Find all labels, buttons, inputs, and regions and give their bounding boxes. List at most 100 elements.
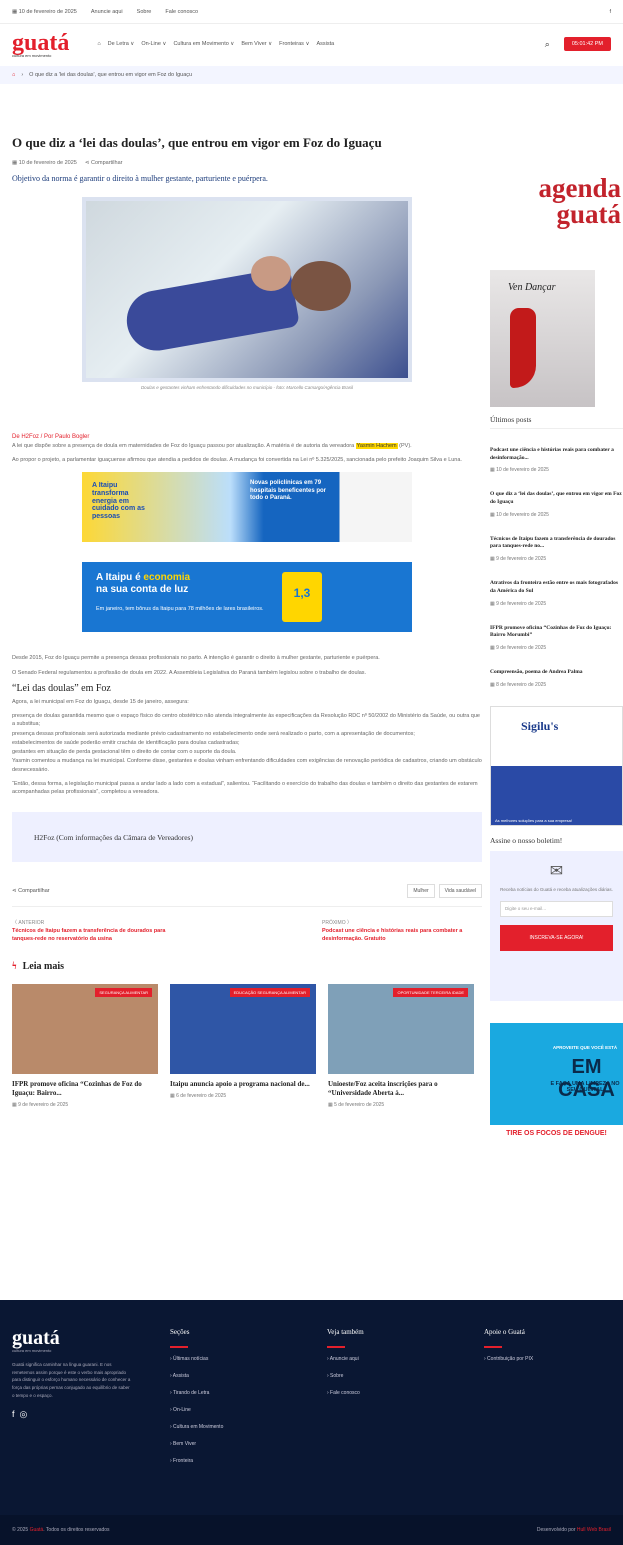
footer-bottom: © 2025 Guatá. Todos os direitos reservad… <box>0 1515 623 1545</box>
footer-link[interactable]: › Bem Viver <box>170 1441 223 1447</box>
prev-title: Técnicos de Itaipu fazem a transferência… <box>12 928 166 942</box>
date-text: 9 de fevereiro de 2025 <box>496 600 547 607</box>
card-date: ▦ 9 de fevereiro de 2025 <box>12 1102 69 1109</box>
sigilus-logo: Sigilu's <box>521 718 559 733</box>
newsletter-text: Receba notícias do Guatá e receba atuali… <box>500 886 613 892</box>
next-post[interactable]: PRÓXIMO 〉 Podcast une ciência e história… <box>322 919 482 943</box>
facebook-icon[interactable]: f <box>12 1409 15 1419</box>
nav-item-assista[interactable]: Assista <box>316 41 334 47</box>
home-icon[interactable]: ⌂ <box>97 41 100 47</box>
footer-logo[interactable]: guatá <box>12 1328 132 1348</box>
leia-mais-heading: ϟ Leia mais <box>12 961 482 972</box>
sidebar-post[interactable]: IFPR promove oficina “Cozinhas de Foz do… <box>490 625 623 651</box>
paragraph-4: O Senado Federal regulamentou a profissã… <box>12 669 367 676</box>
card-date: ▦ 6 de fevereiro de 2025 <box>170 1093 227 1100</box>
post-title: Compreensão, poema de Andrea Palma <box>490 668 583 675</box>
list-item: gestantes em situação de perda gestacion… <box>12 749 237 756</box>
home-icon[interactable]: ⌂ <box>12 72 15 78</box>
sidebar-post[interactable]: Podcast une ciência e histórias reais pa… <box>490 447 623 473</box>
email-field[interactable]: Digite o seu e-mail... <box>500 900 613 917</box>
date-text: 9 de fevereiro de 2025 <box>18 1102 69 1109</box>
card-date: ▦ 5 de fevereiro de 2025 <box>328 1102 385 1109</box>
prev-label: 〈 ANTERIOR <box>12 920 45 927</box>
sigilus-ad[interactable]: Sigilu's As melhores soluções para a sua… <box>490 705 623 826</box>
site-logo[interactable]: guatá cultura em movimento <box>12 31 69 58</box>
breadcrumb: ⌂ › O que diz a 'lei das doulas', que en… <box>0 66 623 84</box>
dengue-text: APROVEITE QUE VOCÊ ESTÁ <box>552 1044 618 1050</box>
highlight-name[interactable]: Yasmin Hachem <box>355 442 398 449</box>
footer-divider <box>484 1346 502 1348</box>
copyright-link[interactable]: Guatá <box>30 1527 44 1533</box>
event-poster[interactable]: Ven Dançar <box>490 270 595 407</box>
share-button[interactable]: ⋖ Compartilhar <box>12 888 50 894</box>
post-title: Técnicos de Itaipu fazem a transferência… <box>490 535 616 550</box>
photo-shape <box>291 260 351 311</box>
post-date: ▦ 10 de fevereiro de 2025 <box>490 511 549 518</box>
itaipu-banner-economia[interactable]: A Itaipu é economia na sua conta de luz E… <box>82 562 412 633</box>
footer-link[interactable]: › Sobre <box>327 1373 364 1379</box>
date-text: 10 de fevereiro de 2025 <box>18 8 77 15</box>
page-title: O que diz a ‘lei das doulas’, que entrou… <box>12 135 382 150</box>
post-date: ▦ 9 de fevereiro de 2025 <box>490 600 547 607</box>
agenda-guata-banner[interactable]: agenda guatá <box>490 140 623 240</box>
date-text: 6 de fevereiro de 2025 <box>176 1093 227 1100</box>
nav-item-fronteiras[interactable]: Fronteiras ∨ <box>279 41 309 47</box>
dengue-ad[interactable]: APROVEITE QUE VOCÊ ESTÁ EM CASA E FAÇA U… <box>490 1022 623 1143</box>
search-icon[interactable]: ⌕ <box>545 39 550 50</box>
post-title: Atrativos da fronteira estão entre os ma… <box>490 580 618 594</box>
instagram-icon[interactable]: ◎ <box>20 1409 28 1419</box>
top-date: ▦ 10 de fevereiro de 2025 <box>12 8 77 15</box>
footer-link[interactable]: › Cultura em Movimento <box>170 1424 223 1430</box>
agenda-text: guatá <box>556 198 621 229</box>
related-card[interactable]: OPORTUNIDADE TERCEIRA IDADE Unioeste/Foz… <box>328 984 474 1108</box>
subscribe-button[interactable]: INSCREVA-SE AGORA! <box>500 924 613 951</box>
footer-link[interactable]: › Tirando de Letra <box>170 1390 223 1396</box>
list-item: estabelecimentos de saúde poderão emitir… <box>12 739 240 746</box>
footer-link[interactable]: › Contribuição por PIX <box>484 1356 533 1362</box>
prev-post[interactable]: 〈 ANTERIOR Técnicos de Itaipu fazem a tr… <box>12 919 172 943</box>
nav-item-bem-viver[interactable]: Bem Viver ∨ <box>241 41 272 47</box>
footer-link[interactable]: › Fronteira <box>170 1458 223 1464</box>
sidebar-post[interactable]: O que diz a ‘lei das doulas’, que entrou… <box>490 491 623 517</box>
article-author[interactable]: De H2Foz / Por Paulo Bogler <box>12 434 482 440</box>
related-card[interactable]: EDUCAÇÃO SEGURANÇA ALIMENTAR Itaipu anun… <box>170 984 316 1108</box>
tag-mulher[interactable]: Mulher <box>407 884 435 899</box>
card-image: OPORTUNIDADE TERCEIRA IDADE <box>328 984 474 1075</box>
sidebar-post[interactable]: Compreensão, poema de Andrea Palma ▦ 8 de… <box>490 669 623 688</box>
top-link-sobre[interactable]: Sobre <box>137 9 152 15</box>
credit-link[interactable]: Hull Web Brasil <box>577 1527 611 1533</box>
top-link-anuncie[interactable]: Anuncie aqui <box>91 9 123 15</box>
footer-link[interactable]: › Assista <box>170 1373 223 1379</box>
top-link-fale[interactable]: Fale conosco <box>165 9 198 15</box>
facebook-icon[interactable]: f <box>609 9 611 15</box>
footer-tagline: cultura em movimento <box>12 1348 52 1353</box>
footer-link[interactable]: › Últimas notícias <box>170 1356 223 1362</box>
developer-credit: Desenvolvido por Hull Web Brasil <box>537 1527 611 1533</box>
copyright-text: . Todos os direitos reservados <box>43 1527 110 1533</box>
share-label: Compartilhar <box>18 888 50 895</box>
nav-item-cultura[interactable]: Cultura em Movimento ∨ <box>173 41 234 47</box>
paragraph-5: Agora, a lei municipal em Foz do Iguaçu,… <box>12 698 189 705</box>
tag-vida-saudavel[interactable]: Vida saudável <box>438 884 482 899</box>
footer-heading: Veja também <box>327 1328 364 1336</box>
next-title: Podcast une ciência e histórias reais pa… <box>322 928 463 942</box>
card-image: SEGURANÇA ALIMENTAR <box>12 984 158 1075</box>
share-link[interactable]: ⋖ Compartilhar <box>85 160 123 166</box>
footer-link[interactable]: › Fale conosco <box>327 1390 364 1396</box>
article-meta: ▦ 10 de fevereiro de 2025 ⋖ Compartilhar <box>12 160 482 166</box>
card-badge: EDUCAÇÃO SEGURANÇA ALIMENTAR <box>229 988 310 998</box>
date-text: 10 de fevereiro de 2025 <box>496 467 549 474</box>
footer-link[interactable]: › On-Line <box>170 1407 223 1413</box>
footer-link[interactable]: › Anuncie aqui <box>327 1356 364 1362</box>
dengue-text: EM CASA <box>558 1055 615 1101</box>
related-card[interactable]: SEGURANÇA ALIMENTAR IFPR promove oficina… <box>12 984 158 1108</box>
top-bar: ▦ 10 de fevereiro de 2025 Anuncie aqui S… <box>0 0 623 24</box>
itaipu-banner-saude[interactable]: A Itaipu transforma energia em cuidado c… <box>82 472 412 543</box>
sidebar-post[interactable]: Atrativos da fronteira estão entre os ma… <box>490 580 623 606</box>
footer-heading: Apoie o Guatá <box>484 1328 525 1336</box>
footer-col-veja: Veja também › Anuncie aqui › Sobre › Fal… <box>327 1328 364 1407</box>
sidebar-post[interactable]: Técnicos de Itaipu fazem a transferência… <box>490 536 623 562</box>
nav-item-de-letra[interactable]: De Letra ∨ <box>108 41 135 47</box>
card-image: EDUCAÇÃO SEGURANÇA ALIMENTAR <box>170 984 316 1075</box>
nav-item-on-line[interactable]: On-Line ∨ <box>141 41 166 47</box>
